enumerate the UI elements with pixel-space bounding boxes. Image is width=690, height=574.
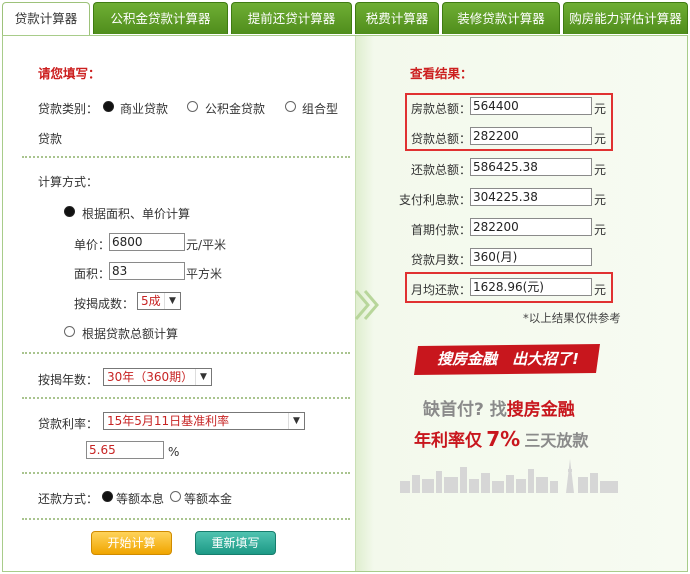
result-monthly: 1628.96(元) bbox=[470, 278, 592, 296]
promo-banner[interactable]: 搜房金融 出大招了! bbox=[412, 344, 604, 376]
divider bbox=[22, 156, 350, 158]
years-select[interactable]: 30年（360期） ▼ bbox=[103, 368, 212, 386]
promo-text: 三天放款 bbox=[524, 431, 589, 450]
tab-bar: 贷款计算器 公积金贷款计算器 提前还贷计算器 税费计算器 装修贷款计算器 购房能… bbox=[0, 0, 690, 36]
radio-commercial-loan[interactable] bbox=[103, 101, 114, 112]
result-unit: 元 bbox=[594, 223, 607, 237]
repay-equal-principal: 等额本金 bbox=[184, 492, 233, 506]
divider bbox=[22, 397, 350, 399]
ratio-select[interactable]: 5成 ▼ bbox=[137, 292, 181, 310]
reset-button[interactable]: 重新填写 bbox=[195, 531, 276, 555]
result-unit: 元 bbox=[594, 132, 607, 146]
result-down-payment: 282200 bbox=[470, 218, 592, 236]
repay-equal-installment: 等额本息 bbox=[116, 492, 165, 506]
radio-equal-installment[interactable] bbox=[102, 491, 113, 502]
rate-select[interactable]: 15年5月11日基准利率 ▼ bbox=[103, 412, 305, 430]
result-label-down-payment: 首期付款： bbox=[411, 223, 472, 237]
radio-method-area[interactable] bbox=[64, 206, 75, 217]
result-unit: 元 bbox=[594, 283, 607, 297]
result-label-months: 贷款月数： bbox=[411, 253, 472, 267]
form-heading: 请您填写： bbox=[38, 66, 101, 81]
result-label-monthly: 月均还款： bbox=[411, 283, 472, 297]
area-unit: 平方米 bbox=[186, 267, 223, 281]
result-label-repay-total: 还款总额： bbox=[411, 163, 472, 177]
promo-brand: 搜房金融 bbox=[506, 400, 575, 420]
tab-provident-fund-calculator[interactable]: 公积金贷款计算器 bbox=[93, 2, 228, 34]
tab-renovation-loan-calculator[interactable]: 装修贷款计算器 bbox=[442, 2, 560, 34]
method-area-label: 根据面积、单价计算 bbox=[82, 207, 191, 221]
promo-rate: 7% bbox=[486, 427, 521, 451]
unit-price-input[interactable]: 6800 bbox=[109, 233, 185, 251]
result-unit: 元 bbox=[594, 193, 607, 207]
results-heading: 查看结果： bbox=[410, 66, 473, 81]
radio-combined-loan[interactable] bbox=[285, 101, 296, 112]
rate-select-value: 15年5月11日基准利率 bbox=[107, 414, 230, 428]
tab-loan-calculator[interactable]: 贷款计算器 bbox=[2, 2, 90, 36]
result-label-interest: 支付利息款： bbox=[399, 193, 472, 207]
radio-method-total[interactable] bbox=[64, 326, 75, 337]
repay-label: 还款方式： bbox=[38, 492, 99, 506]
years-label: 按揭年数： bbox=[38, 373, 99, 387]
promo-line1: 缺首付? 找搜房金融 bbox=[423, 395, 575, 420]
result-interest: 304225.38 bbox=[470, 188, 592, 206]
tab-affordability-calculator[interactable]: 购房能力评估计算器 bbox=[563, 2, 688, 34]
calculate-button[interactable]: 开始计算 bbox=[91, 531, 172, 555]
rate-label: 贷款利率： bbox=[38, 417, 99, 431]
result-repay-total: 586425.38 bbox=[470, 158, 592, 176]
divider bbox=[22, 352, 350, 354]
chevron-down-icon: ▼ bbox=[195, 369, 211, 385]
ratio-select-value: 5成 bbox=[141, 294, 161, 308]
unit-price-label: 单价： bbox=[74, 238, 111, 252]
result-note: *以上结果仅供参考 bbox=[523, 311, 621, 325]
chevron-right-icon bbox=[354, 290, 379, 320]
promo-text: 找 bbox=[489, 400, 507, 420]
tab-prepayment-calculator[interactable]: 提前还贷计算器 bbox=[231, 2, 352, 34]
option-combined-loan: 组合型 bbox=[302, 102, 339, 116]
radio-provident-loan[interactable] bbox=[187, 101, 198, 112]
years-select-value: 30年（360期） bbox=[107, 370, 194, 384]
loan-type-label: 贷款类别： bbox=[38, 102, 99, 116]
option-provident-loan: 公积金贷款 bbox=[205, 102, 266, 116]
result-loan-total: 282200 bbox=[470, 127, 592, 145]
result-house-total: 564400 bbox=[470, 97, 592, 115]
result-unit: 元 bbox=[594, 102, 607, 116]
banner-text: 搜房金融 出大招了! bbox=[437, 350, 579, 368]
city-skyline-icon bbox=[400, 459, 618, 493]
rate-input[interactable]: 5.65 bbox=[86, 441, 164, 459]
loan-type-suffix: 贷款 bbox=[38, 132, 63, 146]
rate-unit: % bbox=[168, 445, 180, 459]
result-label-house-total: 房款总额： bbox=[411, 102, 472, 116]
chevron-down-icon: ▼ bbox=[288, 413, 304, 429]
tab-tax-calculator[interactable]: 税费计算器 bbox=[355, 2, 439, 34]
calc-method-label: 计算方式： bbox=[38, 175, 99, 189]
divider bbox=[22, 518, 350, 520]
promo-line2: 年利率仅 7% 三天放款 bbox=[414, 426, 588, 451]
radio-equal-principal[interactable] bbox=[170, 491, 181, 502]
option-commercial-loan: 商业贷款 bbox=[120, 102, 169, 116]
area-label: 面积： bbox=[74, 267, 111, 281]
promo-text: 缺首付? bbox=[423, 400, 484, 420]
method-total-label: 根据贷款总额计算 bbox=[82, 327, 179, 341]
result-months: 360(月) bbox=[470, 248, 592, 266]
chevron-down-icon: ▼ bbox=[164, 293, 180, 309]
unit-price-unit: 元/平米 bbox=[186, 238, 227, 252]
result-unit: 元 bbox=[594, 163, 607, 177]
ratio-label: 按揭成数： bbox=[74, 297, 135, 311]
result-label-loan-total: 贷款总额： bbox=[411, 132, 472, 146]
area-input[interactable]: 83 bbox=[109, 262, 185, 280]
promo-text: 年利率仅 bbox=[414, 431, 482, 451]
divider bbox=[22, 472, 350, 474]
